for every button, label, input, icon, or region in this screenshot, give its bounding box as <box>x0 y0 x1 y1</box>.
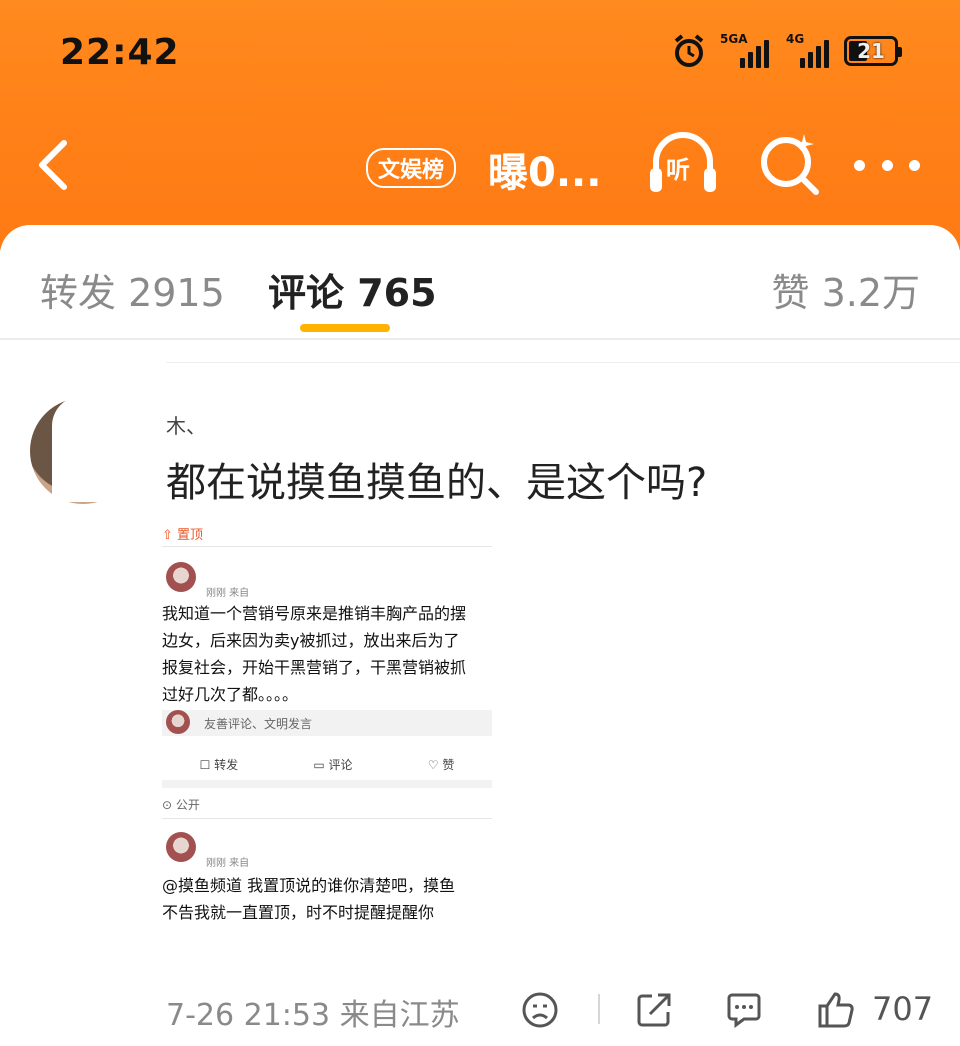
post-actions: ☐ 转发 ▭ 评论 ♡ 赞 <box>162 756 492 773</box>
divider <box>162 780 492 788</box>
repost-action: ☐ 转发 <box>199 758 239 772</box>
status-icons: 5GA 4G 21 <box>672 32 902 68</box>
tab-like[interactable]: 赞 3.2万 <box>771 262 920 317</box>
dot-icon <box>881 159 893 171</box>
header-bar: 22:42 5GA 4G 21 文娱榜 曝0... 听 <box>0 0 960 250</box>
search-icon[interactable] <box>758 130 822 196</box>
divider <box>0 338 960 340</box>
comment-meta: 7-26 21:53 来自江苏 <box>166 998 460 1033</box>
comment-text: 都在说摸鱼摸鱼的、是这个吗? <box>166 460 708 506</box>
emoji-reaction-icon[interactable] <box>520 990 560 1030</box>
back-icon[interactable] <box>30 135 80 195</box>
post-body: @摸鱼频道 我置顶说的谁你清楚吧，摸鱼 不告我就一直置顶，时不时提醒提醒你 <box>162 876 456 922</box>
dot-icon <box>909 159 920 171</box>
comment-action: ▭ 评论 <box>313 758 353 772</box>
alarm-icon <box>674 34 704 67</box>
avatar <box>166 832 196 862</box>
tab-indicator <box>300 324 390 332</box>
divider <box>598 994 600 1024</box>
battery-icon: 21 <box>844 36 902 66</box>
post-meta: 刚刚 来自 <box>206 588 250 599</box>
tab-comment[interactable]: 评论 765 <box>268 262 437 317</box>
comment-image[interactable]: ⇧ 置顶 刚刚 来自 我知道一个营销号原来是推销丰胸产品的摆 边女，后来因为卖y… <box>162 522 492 952</box>
share-icon[interactable] <box>634 990 674 1030</box>
tab-repost[interactable]: 转发 2915 <box>40 262 225 317</box>
avatar <box>166 562 196 592</box>
like-icon[interactable] <box>816 990 856 1030</box>
dot-icon <box>854 159 865 171</box>
post-body: 我知道一个营销号原来是推销丰胸产品的摆 边女，后来因为卖y被抓过，放出来后为了 … <box>162 604 467 704</box>
page-title: 曝0... <box>488 150 602 196</box>
like-count: 707 <box>872 990 934 1028</box>
listen-button[interactable]: 听 <box>646 128 720 198</box>
ranking-tag[interactable]: 文娱榜 <box>366 148 457 188</box>
comment-input: 友善评论、文明发言 <box>162 710 492 736</box>
more-button[interactable] <box>854 150 920 180</box>
like-action: ♡ 赞 <box>427 758 455 772</box>
signal-5ga-icon: 5GA <box>720 32 772 68</box>
divider <box>162 546 492 547</box>
visibility-label: ⊙ 公开 <box>162 798 200 812</box>
status-time: 22:42 <box>60 32 180 73</box>
pinned-label: ⇧ 置顶 <box>162 528 204 543</box>
signal-4g-icon: 4G <box>786 32 830 68</box>
divider <box>166 362 960 363</box>
avatar-mask <box>52 396 136 502</box>
post-meta: 刚刚 来自 <box>206 858 250 869</box>
username[interactable]: 木、 <box>166 410 206 439</box>
comment-icon[interactable] <box>724 990 764 1030</box>
divider <box>162 818 492 819</box>
